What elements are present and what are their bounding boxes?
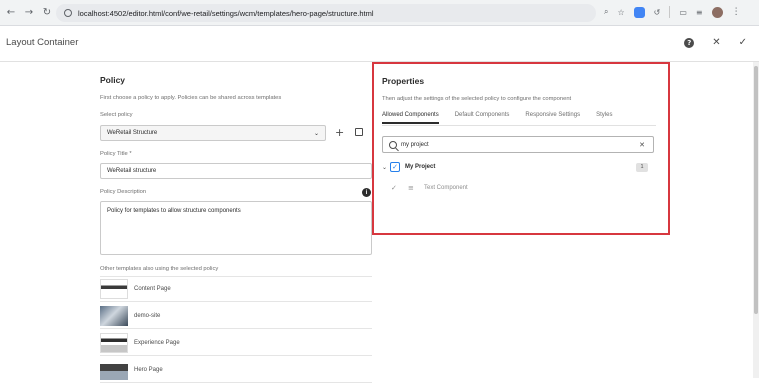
tab-icon[interactable]: ▭ — [679, 8, 687, 17]
template-thumbnail — [100, 332, 128, 353]
policy-title-field[interactable]: WeRetail structure — [100, 163, 372, 179]
list-item[interactable]: Hero Page — [100, 357, 372, 383]
list-item[interactable]: Content Page — [100, 276, 372, 302]
policy-heading: Policy — [100, 75, 126, 85]
search-icon — [389, 140, 397, 149]
template-thumbnail — [100, 279, 128, 299]
dialog-content: Policy First choose a policy to apply. P… — [0, 62, 759, 383]
zoom-icon[interactable]: ⌕ — [604, 7, 608, 17]
close-icon[interactable]: ✕ — [712, 37, 720, 48]
list-item[interactable]: demo-site — [100, 303, 372, 329]
tab-allowed-components[interactable]: Allowed Components — [382, 112, 439, 124]
address-bar[interactable]: localhost:4502/editor.html/conf/we-retai… — [56, 4, 596, 22]
properties-heading: Properties — [382, 76, 425, 86]
back-icon[interactable]: ← — [4, 6, 18, 20]
list-item[interactable]: Experience Page — [100, 330, 372, 356]
group-count-badge: 1 — [636, 162, 648, 172]
component-group-row[interactable]: ⌄ ✓ My Project 1 — [382, 159, 654, 175]
profile-avatar[interactable] — [711, 6, 723, 18]
template-name: Hero Page — [134, 366, 163, 373]
drag-handle-icon[interactable]: ≡ — [408, 184, 416, 192]
url-text[interactable]: localhost:4502/editor.html/conf/we-retai… — [78, 9, 374, 18]
properties-subtitle: Then adjust the settings of the selected… — [382, 96, 572, 102]
group-checkbox[interactable]: ✓ — [390, 162, 400, 172]
star-icon[interactable]: ☆ — [617, 8, 624, 17]
forward-icon[interactable]: → — [22, 6, 36, 20]
policy-select[interactable]: WeRetail Structure ⌄ — [100, 125, 326, 141]
template-name: Content Page — [134, 286, 171, 292]
scrollbar-thumb[interactable] — [754, 66, 758, 314]
cast-icon[interactable]: ≡ — [696, 8, 703, 17]
tab-default-components[interactable]: Default Components — [455, 112, 510, 124]
help-icon[interactable]: ? — [684, 37, 695, 48]
template-thumbnail — [100, 359, 128, 380]
policy-description-label: Policy Description — [100, 189, 147, 195]
menu-icon[interactable]: ⋮ — [732, 7, 741, 17]
properties-tabs: Allowed Components Default Components Re… — [382, 112, 612, 124]
clear-icon[interactable]: ✕ — [639, 141, 645, 149]
policy-description-field[interactable]: Policy for templates to allow structure … — [100, 201, 372, 255]
extension-area: ⌕ ☆ ↺ ▭ ≡ ⋮ — [604, 6, 741, 18]
page-title: Layout Container — [6, 37, 79, 48]
tab-styles[interactable]: Styles — [596, 112, 612, 124]
policy-subtitle: First choose a policy to apply. Policies… — [100, 95, 282, 101]
site-info-icon[interactable] — [64, 9, 72, 17]
chevron-down-icon[interactable]: ⌄ — [382, 164, 390, 171]
policy-title-label: Policy Title * — [100, 151, 132, 157]
editor-title-bar: Layout Container ? ✕ ✓ — [0, 26, 759, 62]
copy-policy-icon[interactable] — [355, 128, 363, 136]
select-policy-label: Select policy — [100, 112, 133, 118]
component-row[interactable]: ✓ ≡ Text Component — [382, 179, 654, 197]
info-icon[interactable]: i — [362, 188, 371, 197]
reload-icon[interactable]: ↻ — [40, 6, 54, 20]
component-search[interactable]: my project ✕ — [382, 136, 654, 153]
chevron-down-icon: ⌄ — [313, 129, 319, 137]
history-icon[interactable]: ↺ — [654, 8, 661, 17]
component-label: Text Component — [424, 185, 468, 191]
tabs-divider — [382, 125, 656, 126]
toolbar-divider — [669, 6, 671, 18]
done-icon[interactable]: ✓ — [739, 37, 747, 48]
group-label: My Project — [405, 164, 436, 170]
policy-select-value: WeRetail Structure — [107, 130, 158, 136]
extension-icon[interactable] — [633, 6, 645, 18]
properties-panel: Properties Then adjust the settings of t… — [372, 62, 670, 235]
tab-responsive-settings[interactable]: Responsive Settings — [525, 112, 580, 124]
template-name: demo-site — [134, 312, 161, 319]
search-input[interactable]: my project — [401, 142, 429, 148]
other-templates-label: Other templates also using the selected … — [100, 266, 219, 272]
checkmark-icon[interactable]: ✓ — [391, 184, 400, 192]
template-name: Experience Page — [134, 339, 180, 346]
add-policy-icon[interactable]: + — [335, 126, 344, 139]
template-thumbnail — [100, 305, 128, 326]
browser-toolbar: ← → ↻ localhost:4502/editor.html/conf/we… — [0, 0, 759, 26]
